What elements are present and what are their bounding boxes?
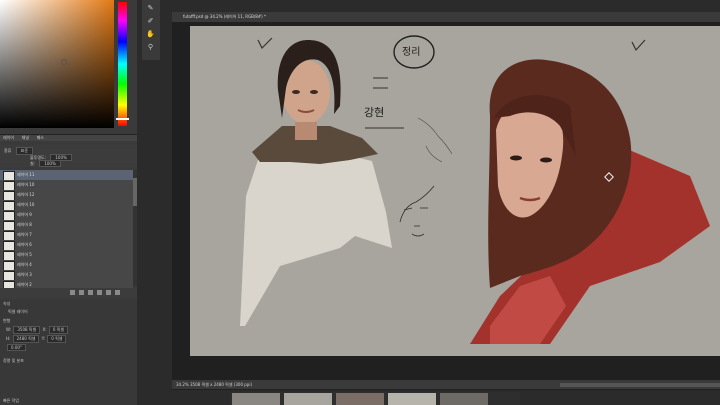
layer-name: 레이어 5 [17, 252, 32, 257]
hue-slider-handle[interactable] [116, 118, 129, 120]
fill-input[interactable]: 100% [39, 160, 61, 167]
layers-scrollbar-thumb[interactable] [133, 178, 137, 206]
fx-icon[interactable] [79, 290, 84, 295]
layer-name: 레이어 8 [17, 222, 32, 227]
properties-section-label: 픽셀 레이어 [8, 309, 28, 314]
layer-name: 레이어 11 [17, 172, 35, 177]
document-title: futofff.psd @ 34.2% (레이어 11, RGB/8#) * [183, 14, 266, 19]
width-label: W: [6, 327, 12, 332]
transform-label: 변형 [3, 318, 11, 323]
properties-panel: 속성 픽셀 레이어 변형 W: 3508 픽셀 X: 0 픽셀 H: 2480 … [0, 300, 137, 405]
layers-list: 레이어 11 레이어 10 레이어 12 레이어 10 레이어 9 레이어 8 레이어 7 레… [0, 170, 133, 291]
thumbnail[interactable] [232, 393, 280, 405]
tab-layers[interactable]: 레이어 [0, 135, 17, 141]
trash-icon[interactable] [115, 290, 120, 295]
handwriting-note-1: 정리 [402, 47, 421, 58]
layer-name: 레이어 3 [17, 272, 32, 277]
portrait-1-blouse [240, 144, 392, 326]
zoom-icon[interactable]: ⚲ [146, 43, 155, 52]
portrait-1-neck [295, 122, 317, 140]
brush-icon[interactable]: ✎ [146, 4, 155, 13]
hand-icon[interactable]: ✋ [146, 30, 155, 39]
handwriting-note-2: 강현 [364, 106, 385, 119]
x-label: X: [42, 327, 47, 332]
tool-column: ✎ ✐ ✋ ⚲ [142, 0, 160, 60]
link-icon[interactable] [70, 290, 75, 295]
layer-name: 레이어 9 [17, 212, 32, 217]
layers-panel-tabs: 레이어 채널 패스 [0, 134, 137, 141]
layers-toolbar [0, 288, 137, 298]
mask-icon[interactable] [88, 290, 93, 295]
sketch-stroke [257, 37, 273, 50]
eraser-icon[interactable]: ✐ [146, 17, 155, 26]
y-input[interactable]: 0 픽셀 [47, 335, 67, 343]
horizontal-scrollbar[interactable] [560, 383, 720, 387]
hue-slider[interactable] [118, 2, 127, 126]
fill-label: 칠: [30, 161, 36, 166]
sketch-face [399, 185, 435, 223]
drawing-canvas[interactable] [190, 26, 720, 356]
layer-name: 레이어 4 [17, 262, 32, 267]
folder-icon[interactable] [97, 290, 102, 295]
height-label: H: [6, 336, 11, 341]
quick-actions-label: 빠른 작업 [3, 398, 19, 403]
y-label: Y: [41, 336, 45, 341]
thumbnail[interactable] [388, 393, 436, 405]
tab-channels[interactable]: 채널 [19, 135, 32, 141]
thumbnail[interactable] [440, 393, 488, 405]
thumbnail[interactable] [284, 393, 332, 405]
x-input[interactable]: 0 픽셀 [48, 326, 69, 334]
layer-name: 레이어 7 [17, 232, 32, 237]
blend-mode-label: 종류 [4, 148, 12, 153]
layer-name: 레이어 6 [17, 242, 32, 247]
layer-name: 레이어 10 [17, 182, 35, 187]
color-picker-field[interactable] [0, 0, 114, 128]
width-input[interactable]: 3508 픽셀 [13, 326, 41, 334]
new-layer-icon[interactable] [106, 290, 111, 295]
thumbnail[interactable] [336, 393, 384, 405]
layer-name: 레이어 10 [17, 202, 35, 207]
document-size: 3508 픽셀 x 2480 픽셀 (300 ppi) [190, 382, 253, 387]
status-text: 34.2% 3508 픽셀 x 2480 픽셀 (300 ppi) [176, 382, 252, 388]
height-input[interactable]: 2480 픽셀 [12, 335, 40, 343]
zoom-level[interactable]: 34.2% [176, 382, 189, 387]
canvas-painting [240, 35, 710, 344]
sketch-lines [417, 117, 453, 163]
tab-paths[interactable]: 패스 [34, 135, 47, 141]
tab-properties[interactable]: 속성 [3, 301, 10, 307]
layer-options: 종류 표준 불투명도: 100% 칠: 100% [0, 145, 137, 167]
layer-name: 레이어 12 [17, 192, 35, 197]
color-picker-cursor[interactable] [61, 59, 67, 65]
sketch-stroke [631, 39, 646, 52]
align-distribute-label: 정렬 및 분포 [3, 358, 24, 363]
angle-input[interactable]: 0.00° [7, 344, 26, 351]
